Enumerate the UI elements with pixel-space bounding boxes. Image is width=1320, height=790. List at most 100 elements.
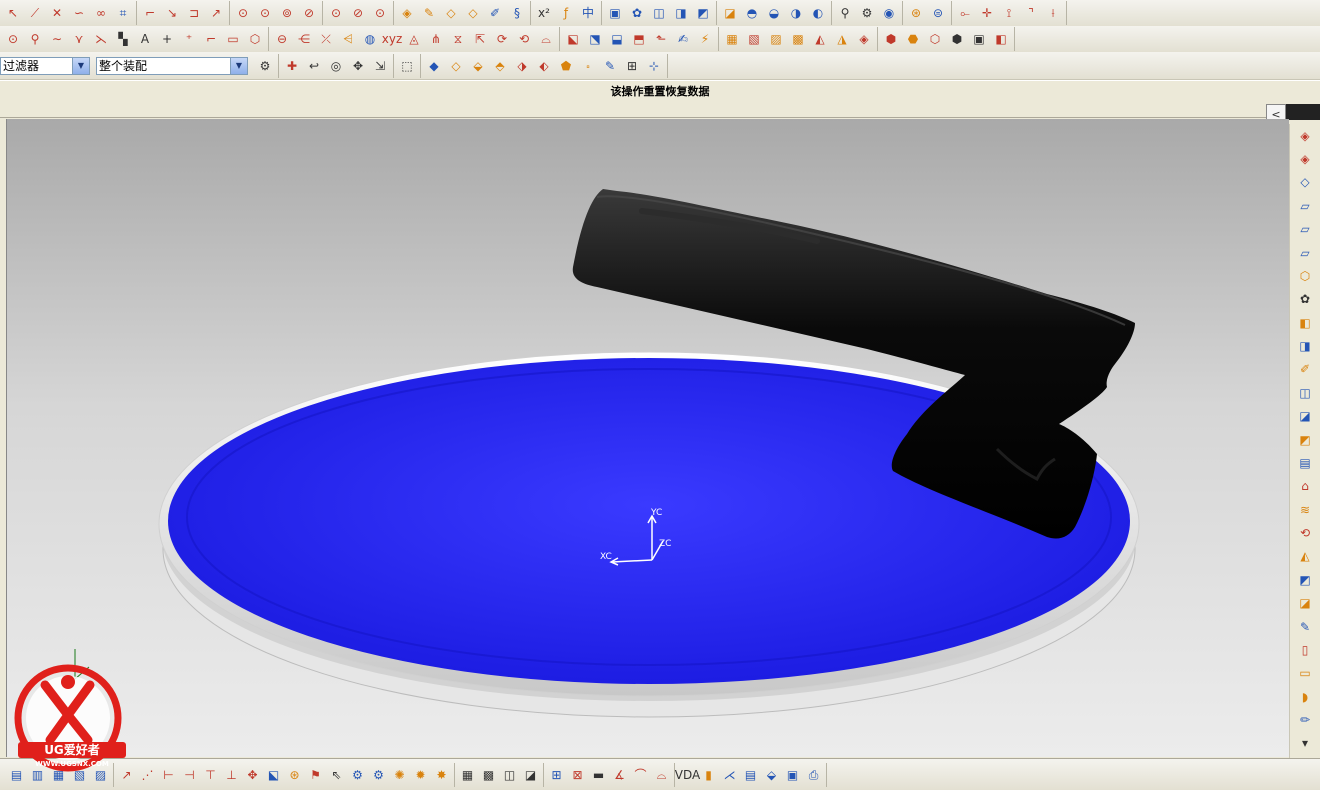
combo-icon[interactable]: ⬕ — [563, 29, 584, 49]
bridge-icon[interactable]: ⌓ — [536, 29, 557, 49]
surf-icon[interactable]: § — [507, 3, 528, 23]
filter-combo[interactable]: 过滤器 ▼ — [0, 56, 90, 75]
filter-dropdown-icon[interactable]: ▼ — [72, 57, 89, 74]
fillet-icon[interactable]: ⌐ — [140, 3, 161, 23]
box-icon[interactable]: ▣ — [605, 3, 626, 23]
section-icon[interactable]: ⊜ — [928, 3, 949, 23]
pattern-icon[interactable]: ✿ — [627, 3, 648, 23]
curv-icon[interactable]: ⋌ — [720, 765, 740, 785]
angle-measure-icon[interactable]: ∡ — [610, 765, 630, 785]
cursor-icon[interactable]: ⇖ — [327, 765, 347, 785]
chamfer-icon[interactable]: ↘ — [162, 3, 183, 23]
right-view-icon[interactable]: ⬗ — [512, 56, 533, 76]
pan-icon[interactable]: ✥ — [348, 56, 369, 76]
pole-icon[interactable]: ◈ — [1295, 148, 1315, 170]
measure-icon[interactable]: ⊞ — [547, 765, 567, 785]
plus2-icon[interactable]: ⁺ — [179, 29, 200, 49]
layers-icon[interactable]: ◭ — [1295, 545, 1315, 567]
clip-icon[interactable]: ▣ — [969, 29, 990, 49]
n-side-icon[interactable]: ◨ — [1295, 335, 1315, 357]
hex-icon[interactable]: ⬢ — [947, 29, 968, 49]
line-icon[interactable]: ⟋ — [25, 3, 46, 23]
circle4-icon[interactable]: ⊘ — [299, 3, 320, 23]
extend-icon[interactable]: ↗ — [206, 3, 227, 23]
offset-surf-icon[interactable]: ◫ — [1295, 382, 1315, 404]
iso-view-icon[interactable]: ◇ — [446, 56, 467, 76]
point2-icon[interactable]: ⊘ — [348, 3, 369, 23]
pipe-icon[interactable]: ▭ — [1295, 662, 1315, 684]
angle-icon[interactable]: ⋋ — [91, 29, 112, 49]
curve-icon[interactable]: ∽ — [69, 3, 90, 23]
bird-icon[interactable]: ⋎ — [69, 29, 90, 49]
scope-dropdown-icon[interactable]: ▼ — [230, 57, 247, 74]
selection-tools-icon[interactable]: ⚙ — [255, 56, 276, 76]
asm2-icon[interactable]: ⬣ — [903, 29, 924, 49]
circle2-icon[interactable]: ⊙ — [255, 3, 276, 23]
offset2-icon[interactable]: ⟲ — [514, 29, 535, 49]
circle3-icon[interactable]: ⊚ — [277, 3, 298, 23]
back-view-icon[interactable]: ⬞ — [578, 56, 599, 76]
fold-icon[interactable]: ◪ — [1295, 592, 1315, 614]
sel-ctr-icon[interactable]: ⊣ — [180, 765, 200, 785]
snap-icon[interactable]: ⊙ — [3, 29, 24, 49]
xyz-icon[interactable]: xyz — [382, 29, 403, 49]
trim-icon[interactable]: ◐ — [808, 3, 829, 23]
color-map-icon[interactable]: ▮ — [699, 765, 719, 785]
patch-icon[interactable]: ◪ — [720, 3, 741, 23]
layer-icon[interactable]: ◩ — [1295, 429, 1315, 451]
fit-icon[interactable]: ⊞ — [622, 56, 643, 76]
ext-surf-icon[interactable]: ◪ — [1295, 405, 1315, 427]
text-icon[interactable]: A — [135, 29, 156, 49]
solid-icon[interactable]: ▦ — [722, 29, 743, 49]
blend-icon[interactable]: ◓ — [742, 3, 763, 23]
curve4-icon[interactable]: ⬒ — [629, 29, 650, 49]
sel-pt-icon[interactable]: ✥ — [243, 765, 263, 785]
ellipse-icon[interactable]: ⊖ — [272, 29, 293, 49]
gear5-sel-icon[interactable]: ✸ — [432, 765, 452, 785]
print-icon[interactable]: ⎙ — [804, 765, 824, 785]
sel-int-icon[interactable]: ⊥ — [222, 765, 242, 785]
grid-display-icon[interactable]: ▦ — [458, 765, 478, 785]
bound-icon[interactable]: ◧ — [1295, 312, 1315, 334]
tilt-icon[interactable]: ◩ — [1295, 569, 1315, 591]
thicken-icon[interactable]: ◑ — [786, 3, 807, 23]
grid-icon[interactable]: ⌗ — [113, 3, 134, 23]
bend-measure-icon[interactable]: ⌓ — [652, 765, 672, 785]
split-icon[interactable]: 中 — [578, 3, 599, 23]
solid5-icon[interactable]: ◭ — [810, 29, 831, 49]
bottom-view-icon[interactable]: ⬟ — [556, 56, 577, 76]
top-view-icon[interactable]: ⬙ — [468, 56, 489, 76]
orient-icon[interactable]: ⊹ — [644, 56, 665, 76]
chart-icon[interactable]: ▤ — [741, 765, 761, 785]
grid-surf-icon[interactable]: ▱ — [1295, 218, 1315, 240]
tile-icon[interactable]: ▚ — [113, 29, 134, 49]
sel-face-icon[interactable]: ⬕ — [264, 765, 284, 785]
zoom-icon[interactable]: ⇲ — [370, 56, 391, 76]
wave-icon[interactable]: ∼ — [47, 29, 68, 49]
brush-icon[interactable]: ✍ — [673, 29, 694, 49]
sel-quad-icon[interactable]: ⊤ — [201, 765, 221, 785]
pencil-surf-icon[interactable]: ✏ — [1295, 709, 1315, 731]
point-icon[interactable]: ⊙ — [326, 3, 347, 23]
edit-icon[interactable]: ✐ — [485, 3, 506, 23]
wrap-icon[interactable]: ◉ — [879, 3, 900, 23]
asm3-icon[interactable]: ⬡ — [925, 29, 946, 49]
stack-icon[interactable]: ▤ — [1295, 452, 1315, 474]
shell-icon[interactable]: ◫ — [649, 3, 670, 23]
scroll-down-icon[interactable]: ▾ — [1295, 732, 1315, 754]
circle-icon[interactable]: ⊙ — [233, 3, 254, 23]
save-bottom-icon[interactable]: ⬙ — [762, 765, 782, 785]
gear4-sel-icon[interactable]: ✹ — [411, 765, 431, 785]
view-icon[interactable]: ◎ — [326, 56, 347, 76]
solid7-icon[interactable]: ◈ — [854, 29, 875, 49]
sel-bound-icon[interactable]: ⊛ — [285, 765, 305, 785]
solid3-icon[interactable]: ▨ — [766, 29, 787, 49]
undo-icon[interactable]: ↩ — [304, 56, 325, 76]
through-icon[interactable]: ◇ — [1295, 171, 1315, 193]
isocline-icon[interactable]: ⟜ — [955, 3, 976, 23]
plane-icon[interactable]: ◇ — [441, 3, 462, 23]
grid2-display-icon[interactable]: ▩ — [479, 765, 499, 785]
probe-icon[interactable]: ⚲ — [25, 29, 46, 49]
box-select-icon[interactable]: ⬚ — [397, 56, 418, 76]
wire-icon[interactable]: ◫ — [500, 765, 520, 785]
